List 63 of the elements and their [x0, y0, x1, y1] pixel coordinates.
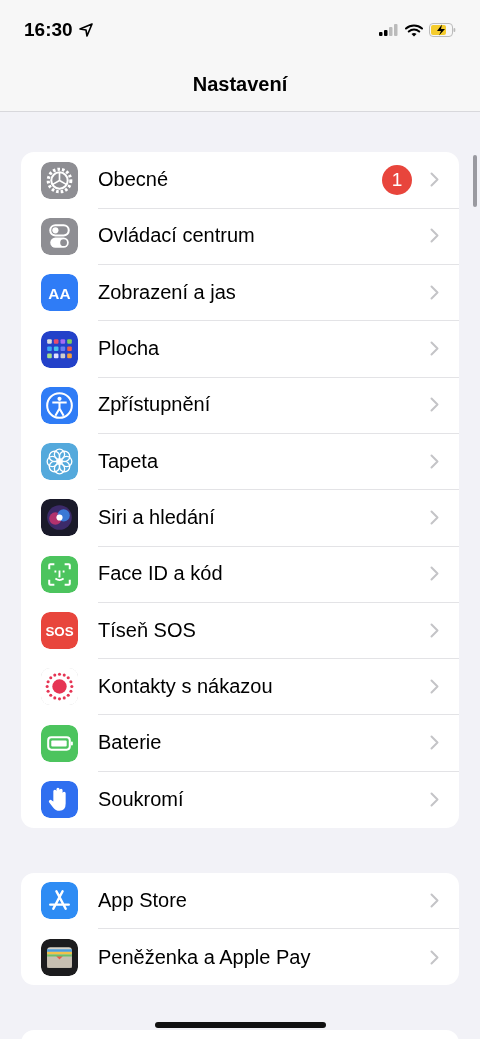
clock-time: 16:30 [24, 19, 73, 41]
signal-icon [379, 24, 399, 36]
face-scan-icon [41, 555, 78, 593]
app-grid-icon [41, 330, 78, 368]
hand-icon [41, 780, 78, 818]
row-label: Ovládací centrum [98, 224, 256, 248]
chevron-icon [430, 341, 439, 357]
scroll-indicator [473, 155, 477, 207]
battery-icon [41, 724, 78, 762]
chevron-icon [430, 284, 439, 300]
row-label: Baterie [98, 731, 163, 755]
chevron-icon [430, 397, 439, 413]
row-label: Plocha [98, 337, 161, 361]
settings-row[interactable]: Siri a hledání [21, 489, 459, 547]
settings-row[interactable]: Plocha [21, 320, 459, 378]
orb-icon [41, 499, 78, 537]
settings-row[interactable]: Obecné 1 [21, 152, 459, 209]
row-label: Kontakty s nákazou [98, 674, 274, 698]
row-label: App Store [98, 888, 188, 912]
settings-row[interactable]: Tapeta [21, 433, 459, 490]
row-label: Zpřístupnění [98, 393, 212, 417]
wifi-icon [405, 23, 423, 37]
settings-row[interactable]: Peněženka a Apple Pay [21, 928, 459, 986]
row-label: Obecné [98, 168, 170, 192]
text-size-icon: AA [41, 274, 78, 312]
row-label: Face ID a kód [98, 562, 224, 586]
flower-icon [41, 443, 78, 481]
battery-charging-icon [429, 23, 456, 37]
notification-badge: 1 [382, 164, 412, 195]
settings-row[interactable]: Baterie [21, 714, 459, 772]
settings-row[interactable]: AA Zobrazení a jas [21, 264, 459, 321]
settings-row[interactable]: Ovládací centrum [21, 208, 459, 265]
location-arrow-icon [78, 23, 93, 37]
chevron-icon [430, 892, 439, 908]
settings-row[interactable]: Soukromí [21, 771, 459, 828]
accessibility-icon [41, 386, 78, 424]
chevron-icon [430, 172, 439, 188]
chevron-icon [430, 453, 439, 469]
row-label: Soukromí [98, 787, 185, 811]
screen-title: Nastavení [192, 73, 288, 96]
chevron-icon [430, 678, 439, 694]
chevron-icon [430, 509, 439, 525]
settings-row[interactable]: Face ID a kód [21, 546, 459, 603]
chevron-icon [430, 566, 439, 582]
settings-row[interactable]: SOS Tíseň SOS [21, 602, 459, 659]
chevron-icon [430, 791, 439, 807]
toggles-icon [41, 217, 78, 255]
row-label: Peněženka a Apple Pay [98, 945, 312, 969]
wallet-icon [41, 938, 78, 976]
row-label: Tapeta [98, 449, 160, 473]
settings-row[interactable]: Kontakty s nákazou [21, 658, 459, 715]
sos-icon: SOS [41, 612, 78, 649]
settings-row[interactable]: Zpřístupnění [21, 377, 459, 434]
gear-icon [41, 161, 78, 199]
chevron-icon [430, 228, 439, 244]
chevron-icon [430, 949, 439, 965]
row-label: Siri a hledání [98, 505, 216, 529]
chevron-icon [430, 735, 439, 751]
app-store-icon [41, 882, 78, 920]
row-label: Tíseň SOS [98, 618, 197, 642]
row-label: Zobrazení a jas [98, 280, 237, 304]
chevron-icon [430, 622, 439, 638]
settings-row[interactable]: App Store [21, 872, 459, 929]
